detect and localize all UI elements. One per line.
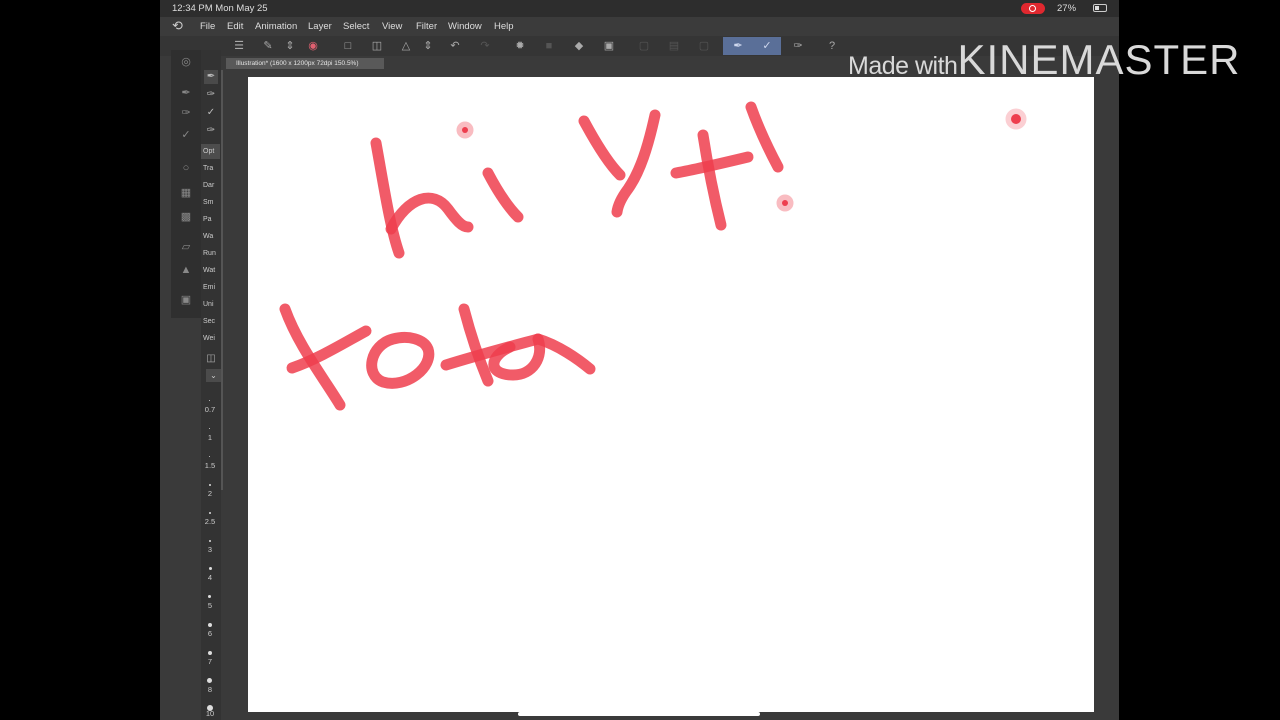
ruler-pen-icon[interactable]: ✒ <box>731 40 745 52</box>
subtool-item[interactable]: Pa <box>201 212 220 227</box>
shape-tool-icon[interactable]: ▲ <box>179 263 193 277</box>
sub-pen-icon[interactable]: ✒ <box>204 70 218 84</box>
menu-select[interactable]: Select <box>343 21 369 32</box>
save-arrows-icon[interactable]: ⇕ <box>421 40 435 52</box>
transform-icon[interactable]: ▤ <box>667 40 681 52</box>
pen-icon[interactable]: ✑ <box>791 40 805 52</box>
brush-size[interactable]: 2.5 <box>200 517 220 526</box>
tool-palette: ◎ ✒ ✑ ✓ ○ ▦ ▩ ▱ ▲ ▣ <box>171 50 201 318</box>
decoration-tool-icon[interactable]: ▦ <box>179 186 193 200</box>
menu-layer[interactable]: Layer <box>308 21 332 32</box>
subtool-item[interactable]: Emi <box>201 280 220 295</box>
home-indicator[interactable] <box>518 712 760 716</box>
pen-tool-icon[interactable]: ✒ <box>179 86 193 100</box>
clear-icon[interactable]: ■ <box>542 40 556 52</box>
menu-edit[interactable]: Edit <box>227 21 243 32</box>
brush-tool-icon[interactable]: ✓ <box>179 128 193 142</box>
sub-pencil-icon[interactable]: ✑ <box>204 88 218 102</box>
brush-icon[interactable]: ✓ <box>760 40 774 52</box>
menu-view[interactable]: View <box>382 21 402 32</box>
loading-icon[interactable]: ✹ <box>513 40 527 52</box>
brush-size[interactable]: 1.5 <box>200 461 220 470</box>
updown-arrows-icon[interactable]: ⇕ <box>283 40 297 52</box>
battery-percent: 27% <box>1057 3 1077 14</box>
menu-file[interactable]: File <box>200 21 215 32</box>
settings-icon[interactable]: ◉ <box>306 40 320 52</box>
image-tool-icon[interactable]: ▣ <box>179 293 193 307</box>
trash-icon[interactable]: ◫ <box>204 352 218 366</box>
hamburger-menu-icon[interactable]: ☰ <box>232 40 246 52</box>
battery-icon <box>1093 4 1107 12</box>
edit-pen-icon[interactable]: ✎ <box>261 40 275 52</box>
open-folder-icon[interactable]: ◫ <box>370 40 384 52</box>
compass-icon[interactable]: ◎ <box>179 55 193 69</box>
brush-size[interactable]: 4 <box>200 573 220 582</box>
fill-tool-icon[interactable]: ▩ <box>179 210 193 224</box>
brush-size[interactable]: 8 <box>200 685 220 694</box>
new-file-icon[interactable]: □ <box>341 40 355 52</box>
sub-tool-panel: ✒ ✑ ✓ ✑ Opt Tra Dar Sm Pa Wa Run Wat Emi… <box>201 50 221 720</box>
subtool-item[interactable]: Wa <box>201 229 220 244</box>
deselect-icon[interactable]: ▢ <box>697 40 711 52</box>
screen-recording-icon <box>1021 3 1045 14</box>
subtool-item[interactable]: Wat <box>201 263 220 278</box>
undo-icon[interactable]: ↶ <box>448 40 462 52</box>
brush-size[interactable]: 5 <box>200 601 220 610</box>
status-time: 12:34 PM Mon May 25 <box>172 3 268 14</box>
watermark-prefix: Made with <box>848 52 958 80</box>
watermark-brand: KINEMASTER <box>957 36 1241 83</box>
brush-size[interactable]: 3 <box>200 545 220 554</box>
menu-filter[interactable]: Filter <box>416 21 437 32</box>
brush-size[interactable]: 1 <box>200 433 220 442</box>
eraser-tool-icon[interactable]: ○ <box>179 161 193 175</box>
subtool-item[interactable]: Wei <box>201 331 220 346</box>
kinemaster-watermark: Made withKINEMASTER <box>848 36 1241 84</box>
sub-marker-icon[interactable]: ✑ <box>204 124 218 138</box>
subtool-item[interactable]: Tra <box>201 161 220 176</box>
document-tab[interactable]: Illustration* (1600 x 1200px 72dpi 150.5… <box>226 58 384 69</box>
menu-help[interactable]: Help <box>494 21 514 32</box>
menu-animation[interactable]: Animation <box>255 21 297 32</box>
app-logo-icon[interactable]: ⟲ <box>172 19 186 33</box>
brush-size[interactable]: 7 <box>200 657 220 666</box>
subtool-item[interactable]: Sm <box>201 195 220 210</box>
redo-icon[interactable]: ↷ <box>478 40 492 52</box>
menu-window[interactable]: Window <box>448 21 482 32</box>
chevron-down-icon[interactable]: ⌄ <box>206 369 221 382</box>
save-icon[interactable]: △ <box>399 40 413 52</box>
handwriting-strokes <box>279 101 1027 411</box>
pencil-tool-icon[interactable]: ✑ <box>179 106 193 120</box>
crop-icon[interactable]: ▣ <box>602 40 616 52</box>
drawing-canvas[interactable] <box>248 77 1094 712</box>
subtool-scrollbar[interactable] <box>221 70 223 490</box>
status-bar: 12:34 PM Mon May 25 27% <box>160 0 1119 17</box>
help-icon[interactable]: ? <box>825 40 839 52</box>
subtool-item[interactable]: Uni <box>201 297 220 312</box>
brush-size[interactable]: 0.7 <box>200 405 220 414</box>
sub-brush-icon[interactable]: ✓ <box>204 106 218 120</box>
select-icon[interactable]: ▢ <box>637 40 651 52</box>
brush-size[interactable]: 2 <box>200 489 220 498</box>
fill-icon[interactable]: ◆ <box>572 40 586 52</box>
subtool-item[interactable]: Sec <box>201 314 220 329</box>
subtool-item[interactable]: Run <box>201 246 220 261</box>
brush-size[interactable]: 6 <box>200 629 220 638</box>
text-tool-icon[interactable]: ▱ <box>179 240 193 254</box>
subtool-item[interactable]: Dar <box>201 178 220 193</box>
ipad-screen: 12:34 PM Mon May 25 27% ⟲ File Edit Anim… <box>160 0 1119 720</box>
subtool-item[interactable]: Opt <box>201 144 220 159</box>
menu-bar: ⟲ File Edit Animation Layer Select View … <box>160 17 1119 36</box>
